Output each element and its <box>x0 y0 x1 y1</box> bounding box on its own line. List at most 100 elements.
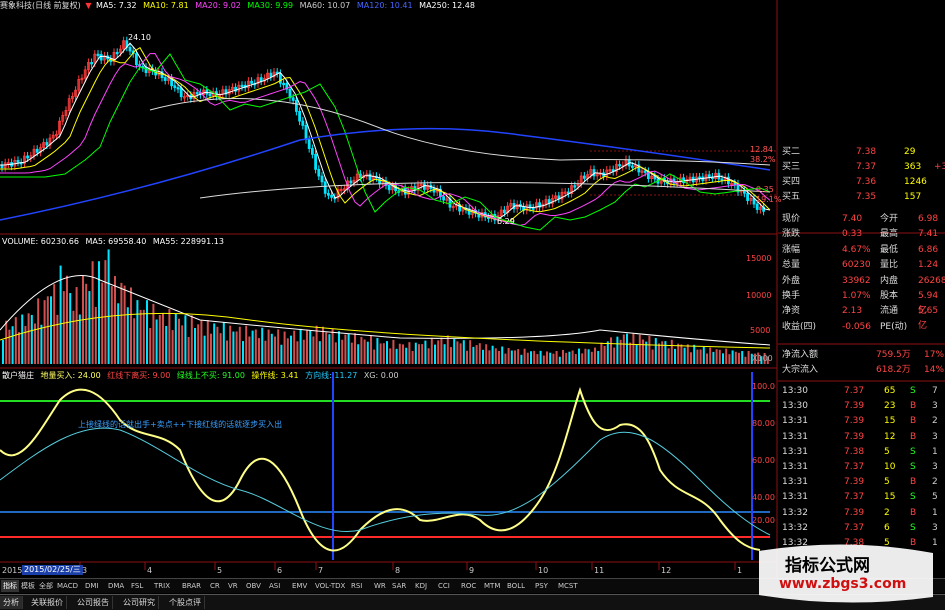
candle-body <box>387 185 391 191</box>
tab-asi-12[interactable]: ASI <box>267 580 282 592</box>
tab-boll-22[interactable]: BOLL <box>505 580 527 592</box>
book-volume: 29 <box>904 147 916 157</box>
bottom-tab-4[interactable]: 个股点评 <box>166 596 205 609</box>
volume-bar <box>139 309 142 364</box>
tab-mtm-21[interactable]: MTM <box>482 580 502 592</box>
volume-bar <box>190 315 193 364</box>
volume-bar <box>494 348 497 364</box>
candle-body <box>320 175 324 183</box>
tab-fsl-6[interactable]: FSL <box>129 580 145 592</box>
tab-sar-17[interactable]: SAR <box>390 580 408 592</box>
volume-bar <box>674 348 676 364</box>
stat-value-2: 1.24 <box>918 260 939 271</box>
volume-bar <box>338 331 340 364</box>
volume-bar <box>270 333 273 364</box>
tab-cci-19[interactable]: CCI <box>436 580 452 592</box>
tab-emv-13[interactable]: EMV <box>290 580 309 592</box>
volume-bar <box>501 346 504 364</box>
tab-obv-11[interactable]: OBV <box>244 580 263 592</box>
tick-count: 5 <box>932 492 938 503</box>
tab-macd-3[interactable]: MACD <box>55 580 80 592</box>
tab-rsi-15[interactable]: RSI <box>349 580 364 592</box>
candle-body <box>298 111 302 122</box>
volume-bar <box>126 307 129 364</box>
candle-body <box>307 139 311 149</box>
volume-bar <box>418 344 420 364</box>
tick-price: 7.37 <box>844 522 865 533</box>
book-label: 买四 <box>782 177 801 187</box>
month-label: 6 <box>277 566 283 575</box>
bottom-tab-2[interactable]: 公司报告 <box>74 596 113 609</box>
bottom-tab-1[interactable]: 关联报价 <box>28 596 67 609</box>
month-ticks <box>79 562 736 570</box>
bottom-tab-0[interactable]: 分析 <box>0 596 23 609</box>
volume-bar <box>504 353 507 364</box>
candle-body <box>45 142 49 146</box>
indicator-header: 散户猎庄 地量买入: 24.00 红线下离买: 9.00 绿线上不买: 91.0… <box>2 371 399 381</box>
volume-bar <box>101 282 104 364</box>
volume-bar <box>155 319 158 364</box>
tick-volume: 5 <box>884 477 890 488</box>
order-book-row: 买四 7.36 1246 <box>778 175 945 190</box>
tab-dmi-4[interactable]: DMI <box>83 580 101 592</box>
volume-bar <box>357 344 360 364</box>
volume-bar <box>104 260 107 364</box>
volume-bar <box>478 343 481 364</box>
flow-pct: 14% <box>924 365 945 375</box>
tab-wr-16[interactable]: WR <box>372 580 388 592</box>
volume-bar <box>510 350 513 364</box>
volume-bar <box>725 348 728 364</box>
tab-cr-9[interactable]: CR <box>208 580 222 592</box>
volume-bar <box>706 353 708 364</box>
tab-kdj-18[interactable]: KDJ <box>413 580 429 592</box>
tab--0[interactable]: 指标 <box>1 580 19 592</box>
volume-bar <box>734 351 737 364</box>
tick-count: 2 <box>932 416 938 427</box>
tick-time: 13:31 <box>782 446 808 457</box>
tab--1[interactable]: 模板 <box>19 580 37 592</box>
tick-side: B <box>910 401 917 412</box>
tick-side: B <box>910 507 917 518</box>
tick-row: 13:32 7.39 2 B 1 <box>778 506 945 521</box>
tick-volume: 6 <box>884 522 890 533</box>
volume-bar <box>165 325 168 364</box>
volume-bar <box>718 349 721 364</box>
volume-bar <box>290 335 292 364</box>
tab-psy-23[interactable]: PSY <box>533 580 550 592</box>
tick-row: 13:30 7.37 65 S 7 <box>778 384 945 399</box>
stat-row: 涨幅 4.67% 最低 6.86 <box>778 243 945 258</box>
tick-time: 13:31 <box>782 431 808 442</box>
volume-bar <box>446 335 449 364</box>
candle-body <box>631 165 634 168</box>
tick-side: B <box>910 477 917 488</box>
volume-axis-2: 10000 <box>746 291 772 300</box>
tick-time: 13:30 <box>782 401 808 412</box>
order-book-row: 买二 7.38 29 <box>778 145 945 160</box>
volume-bar <box>267 329 270 364</box>
book-price: 7.38 <box>856 147 877 157</box>
candle-body <box>294 100 298 112</box>
tab-vr-10[interactable]: VR <box>226 580 240 592</box>
volume-bar <box>8 329 11 364</box>
bottom-tab-3[interactable]: 公司研究 <box>120 596 159 609</box>
tick-price: 7.39 <box>844 401 865 412</box>
volume-bar <box>488 350 491 364</box>
volume-bar <box>178 318 180 364</box>
tab-trix-7[interactable]: TRIX <box>152 580 172 592</box>
tab-brar-8[interactable]: BRAR <box>180 580 203 592</box>
volume-bar <box>536 354 539 364</box>
volume-bar <box>440 337 443 364</box>
tick-row: 13:31 7.39 12 B 3 <box>778 430 945 445</box>
tab--2[interactable]: 全部 <box>37 580 55 592</box>
tab-roc-20[interactable]: ROC <box>459 580 478 592</box>
stat-label: 涨幅 <box>782 244 801 255</box>
volume-bar <box>213 323 216 364</box>
candle-body <box>746 192 749 201</box>
volume-bar <box>517 349 520 364</box>
book-volume: 1246 <box>904 177 927 187</box>
tick-price: 7.39 <box>844 431 865 442</box>
tab-mcst-24[interactable]: MCST <box>556 580 580 592</box>
tab-voltdx-14[interactable]: VOL-TDX <box>313 580 347 592</box>
tick-side: S <box>910 462 916 472</box>
tab-dma-5[interactable]: DMA <box>106 580 126 592</box>
